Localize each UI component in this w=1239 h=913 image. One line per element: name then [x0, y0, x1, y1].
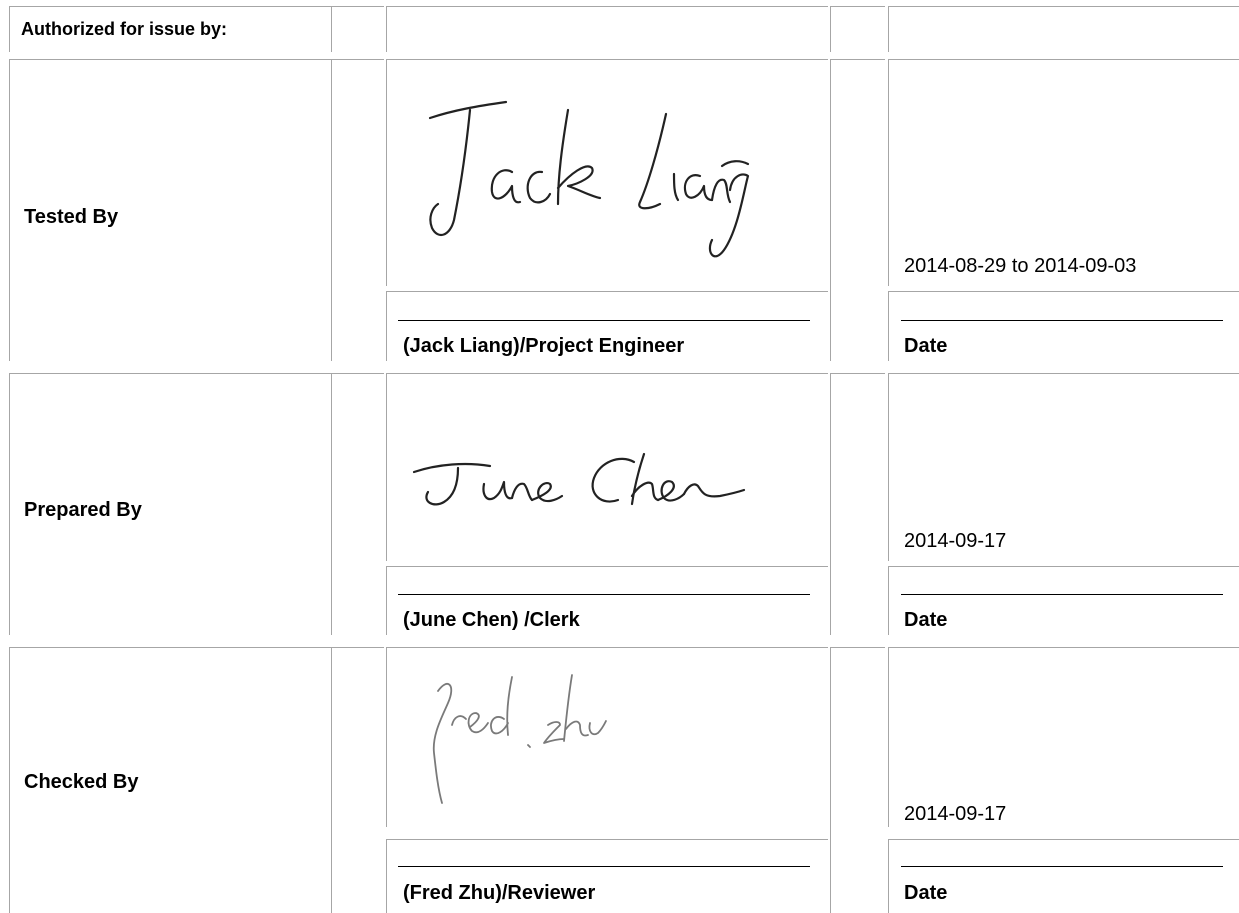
- row2-date-value: 2014-09-17: [904, 530, 1007, 552]
- row2-signature-image: [408, 450, 748, 530]
- row3-date-value: 2014-09-17: [904, 803, 1007, 825]
- row3-signature-image: [408, 655, 608, 815]
- row2-spacer-2: [830, 373, 885, 635]
- row3-date-line: [901, 866, 1223, 867]
- header-cell-date: [888, 6, 1239, 52]
- row2-signer-label: (June Chen) /Clerk: [403, 609, 580, 631]
- row1-signature-line: [398, 320, 810, 321]
- row3-spacer-2: [830, 647, 885, 913]
- row2-signature-line: [398, 594, 810, 595]
- header-cell-spacer-2: [830, 6, 885, 52]
- row1-date-value: 2014-08-29 to 2014-09-03: [904, 255, 1137, 277]
- row1-date-line: [901, 320, 1223, 321]
- row3-spacer-1: [331, 647, 384, 913]
- row1-date-value-cell: [888, 59, 1239, 286]
- row1-role-label: Tested By: [24, 206, 119, 228]
- row3-date-value-cell: [888, 647, 1239, 827]
- row3-date-label: Date: [904, 882, 948, 904]
- row1-spacer-2: [830, 59, 885, 361]
- row1-signature-image: [408, 80, 750, 270]
- row1-date-label: Date: [904, 335, 948, 357]
- row1-spacer-1: [331, 59, 384, 361]
- authorization-table: Authorized for issue by: Tested By 2014-…: [0, 0, 1239, 913]
- row2-date-line: [901, 594, 1223, 595]
- row3-signature-line: [398, 866, 810, 867]
- row3-role-label: Checked By: [24, 771, 139, 793]
- row2-date-label: Date: [904, 609, 948, 631]
- row3-signer-label: (Fred Zhu)/Reviewer: [403, 882, 596, 904]
- header-cell-signature: [386, 6, 828, 52]
- row2-spacer-1: [331, 373, 384, 635]
- row1-signer-label: (Jack Liang)/Project Engineer: [403, 335, 685, 357]
- header-cell-spacer-1: [331, 6, 384, 52]
- row2-role-label: Prepared By: [24, 499, 142, 521]
- header-label: Authorized for issue by:: [21, 19, 228, 39]
